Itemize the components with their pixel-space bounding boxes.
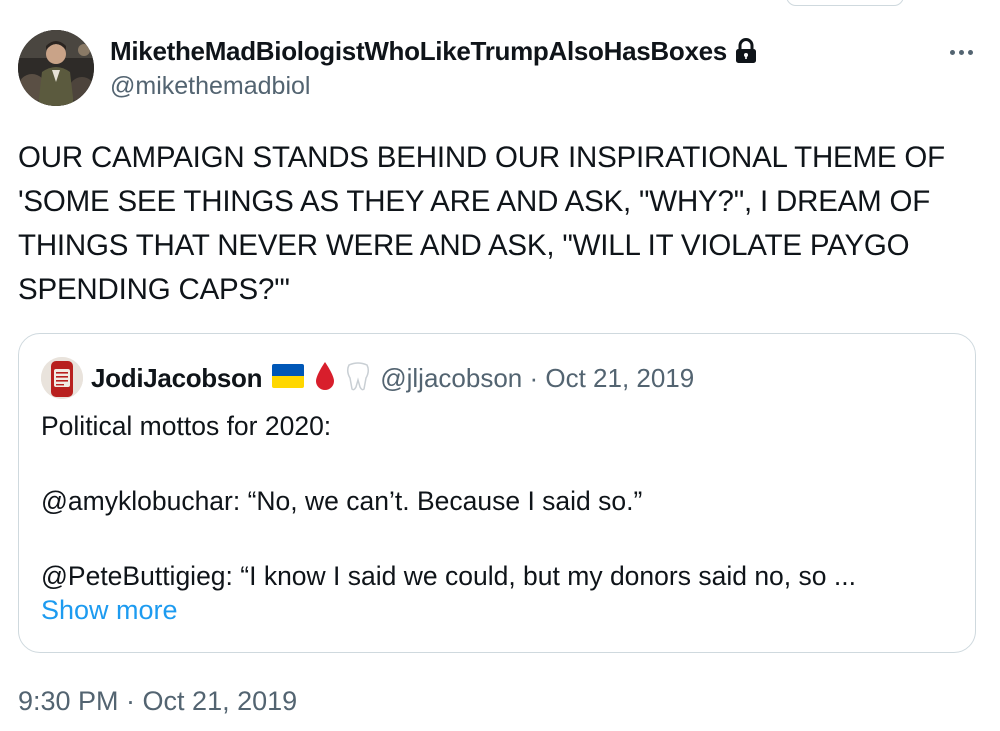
author-display-name[interactable]: MiketheMadBiologistWhoLikeTrumpAlsoHasBo… xyxy=(110,36,727,67)
quoted-author-name[interactable]: JodiJacobson xyxy=(91,363,263,394)
more-options-icon[interactable] xyxy=(946,42,976,62)
tooth-icon xyxy=(346,361,370,396)
quoted-handle-date: @jljacobson · Oct 21, 2019 xyxy=(380,362,695,393)
show-more-link[interactable]: Show more xyxy=(41,595,178,626)
quoted-avatar-image xyxy=(41,357,83,399)
author-names: MiketheMadBiologistWhoLikeTrumpAlsoHasBo… xyxy=(110,34,757,101)
quoted-author-emoji xyxy=(272,361,370,396)
tweet-timestamp[interactable]: 9:30 PM · Oct 21, 2019 xyxy=(18,686,297,717)
quoted-blank-line xyxy=(41,446,956,484)
display-name-row: MiketheMadBiologistWhoLikeTrumpAlsoHasBo… xyxy=(110,34,757,68)
ukraine-flag-icon xyxy=(272,363,305,393)
quoted-text-line: @PeteButtigieg: “I know I said we could,… xyxy=(41,561,856,591)
quoted-tweet-card[interactable]: JodiJacobson @jljacobson · Oct 21, 2019 … xyxy=(18,333,976,653)
author-avatar[interactable] xyxy=(18,30,94,106)
author-avatar-image xyxy=(18,30,94,106)
quoted-blank-line xyxy=(41,521,956,559)
quoted-text-line: @amyklobuchar: “No, we can’t. Because I … xyxy=(41,486,643,516)
blood-drop-icon xyxy=(314,361,336,396)
quoted-author-avatar[interactable] xyxy=(41,357,83,399)
quoted-tweet-header: JodiJacobson @jljacobson · Oct 21, 2019 xyxy=(41,357,695,399)
tweet-text: OUR CAMPAIGN STANDS BEHIND OUR INSPIRATI… xyxy=(18,141,953,306)
top-pill-button[interactable] xyxy=(786,0,904,6)
lock-icon xyxy=(735,38,757,64)
tweet-header: MiketheMadBiologistWhoLikeTrumpAlsoHasBo… xyxy=(18,30,980,108)
author-handle[interactable]: @mikethemadbiol xyxy=(110,72,757,101)
quoted-tweet-body: Political mottos for 2020: @amyklobuchar… xyxy=(41,408,956,596)
quoted-text-line: Political mottos for 2020: xyxy=(41,411,332,441)
